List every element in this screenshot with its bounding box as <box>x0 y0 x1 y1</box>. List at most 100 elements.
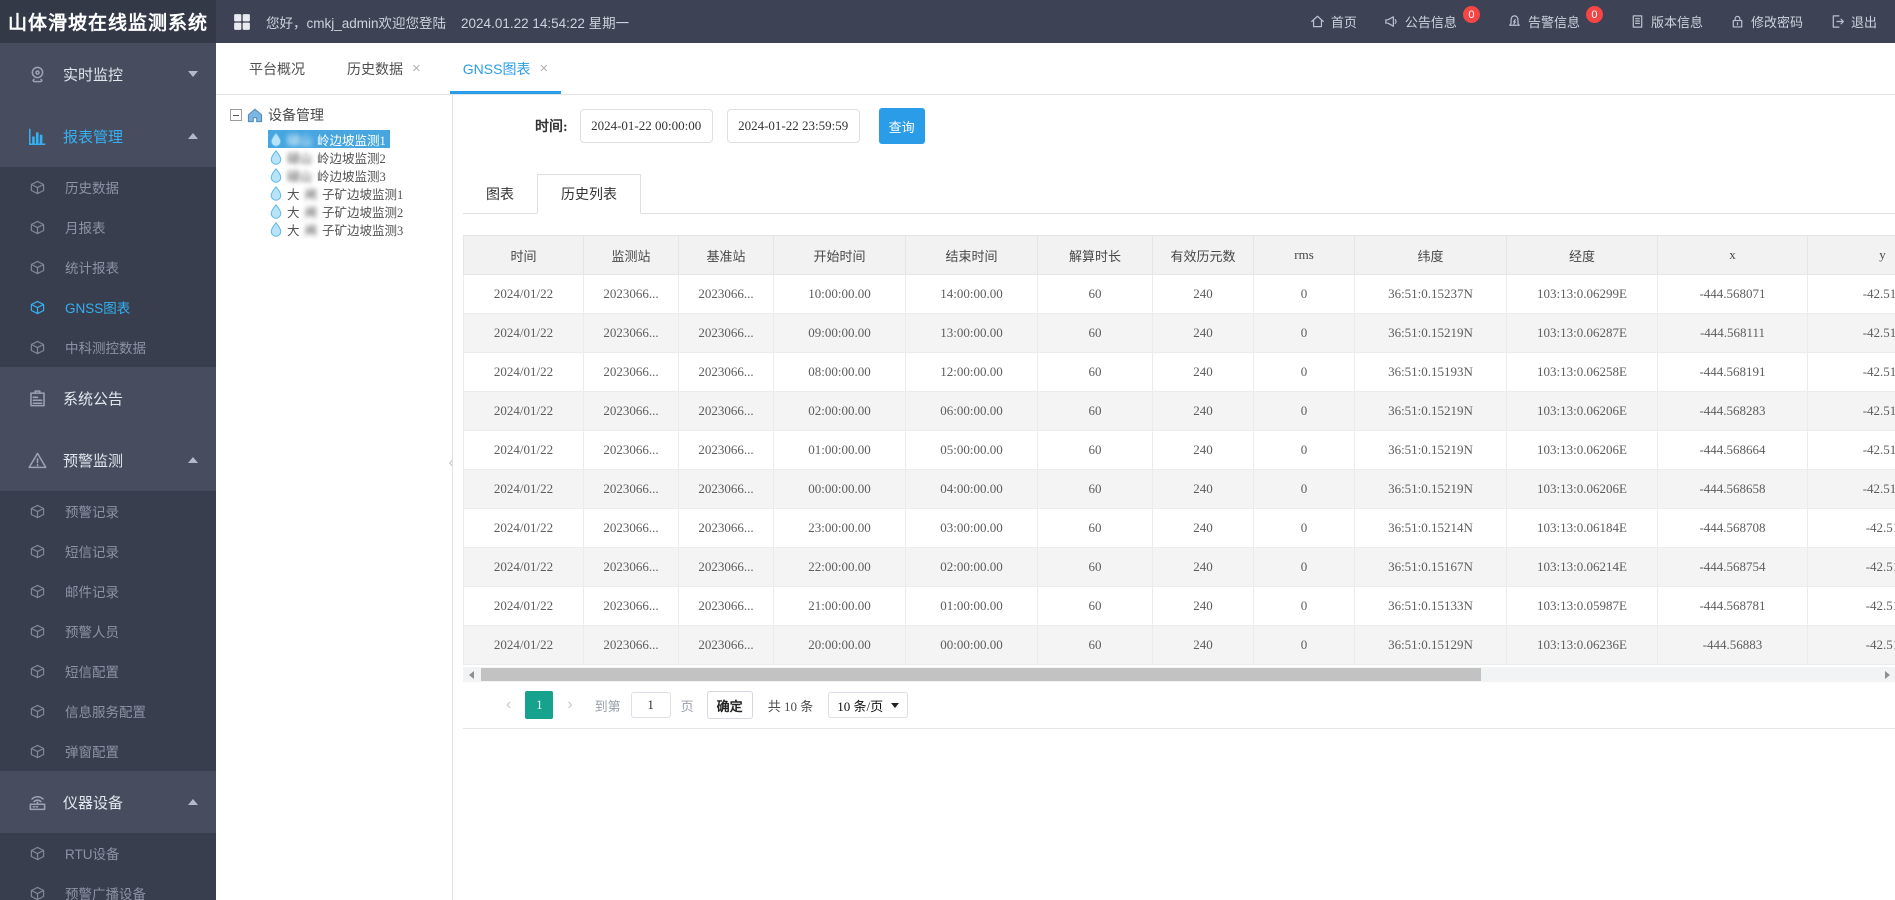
page-number-button[interactable]: 1 <box>525 691 553 719</box>
home-tree-icon <box>247 108 263 123</box>
notification-badge: 0 <box>1586 6 1603 23</box>
table-cell: 2023066... <box>584 431 679 470</box>
sidebar-item[interactable]: 预警广播设备 <box>0 873 216 900</box>
tree-item[interactable]: 大闸子矿边坡监测2 <box>268 202 407 220</box>
sidebar-item[interactable]: 邮件记录 <box>0 571 216 611</box>
page-size-select[interactable]: 10 条/页 <box>828 692 908 718</box>
sidebar-item[interactable]: 月报表 <box>0 207 216 247</box>
sidebar-item[interactable]: 报表管理 <box>0 105 216 167</box>
page-tabbar: 平台概况 历史数据 × GNSS图表 × <box>216 43 1895 95</box>
tree-item[interactable]: 碌山岭边坡监测3 <box>268 166 390 184</box>
table-cell: 02:00:00.00 <box>774 392 906 431</box>
app-title: 山体滑坡在线监测系统 <box>0 0 216 43</box>
close-icon[interactable]: × <box>412 61 421 76</box>
page-tab-label: 平台概况 <box>249 59 305 79</box>
sidebar-item[interactable]: GNSS图表 <box>0 287 216 327</box>
cube-icon <box>30 544 52 559</box>
start-time-input[interactable] <box>580 109 713 143</box>
page-tab[interactable]: GNSS图表 × <box>450 43 561 94</box>
end-time-input[interactable] <box>727 109 860 143</box>
table-cell: 2023066... <box>584 470 679 509</box>
logout-icon <box>1830 14 1845 29</box>
tree-item[interactable]: 碌山岭边坡监测1 <box>268 130 390 148</box>
nav-item[interactable]: 公告信息0 <box>1384 12 1480 31</box>
cube-icon <box>30 340 52 355</box>
version-icon <box>1630 14 1645 29</box>
sidebar-item[interactable]: 统计报表 <box>0 247 216 287</box>
table-cell: -444.568708 <box>1658 509 1808 548</box>
nav-item[interactable]: 告警信息0 <box>1507 12 1603 31</box>
sidebar-item[interactable]: 短信记录 <box>0 531 216 571</box>
tree-item[interactable]: 大闸子矿边坡监测3 <box>268 220 407 238</box>
topbar-nav: 首页 公告信息0 告警信息0 版本信息 修改密码 退出 <box>1310 12 1895 31</box>
page-tab-label: GNSS图表 <box>463 59 531 79</box>
sidebar-item[interactable]: 中科测控数据 <box>0 327 216 367</box>
table-cell: 103:13:0.06206E <box>1507 470 1658 509</box>
sidebar-item[interactable]: 实时监控 <box>0 43 216 105</box>
table-cell: 13:00:00.00 <box>906 314 1038 353</box>
nav-item[interactable]: 版本信息 <box>1630 12 1703 31</box>
sidebar-item[interactable]: 仪器设备 <box>0 771 216 833</box>
page-tab[interactable]: 平台概况 <box>236 43 318 94</box>
table-cell: 36:51:0.15129N <box>1355 626 1507 665</box>
table-cell: -42.51 <box>1808 626 1895 665</box>
sidebar-item[interactable]: 历史数据 <box>0 167 216 207</box>
tree-item-label-redacted: 闸 <box>305 220 318 239</box>
table-row: 2024/01/222023066...2023066...09:00:00.0… <box>464 314 1895 353</box>
tree-root-label: 设备管理 <box>268 105 324 125</box>
close-icon[interactable]: × <box>539 61 548 76</box>
sidebar-item[interactable]: 预警人员 <box>0 611 216 651</box>
nav-item[interactable]: 首页 <box>1310 12 1357 31</box>
sidebar-item[interactable]: 信息服务配置 <box>0 691 216 731</box>
sidebar-item-label: 系统公告 <box>63 388 123 409</box>
chevron-down-icon <box>188 71 198 77</box>
tree-item[interactable]: 碌山岭边坡监测2 <box>268 148 390 166</box>
tree-root-device-management[interactable]: 设备管理 <box>230 105 452 125</box>
nav-item-label: 告警信息 <box>1528 12 1580 31</box>
sidebar-item[interactable]: 短信配置 <box>0 651 216 691</box>
page-tab[interactable]: 历史数据 × <box>334 43 434 94</box>
tab-chart[interactable]: 图表 <box>463 174 537 213</box>
sidebar-item[interactable]: RTU设备 <box>0 833 216 873</box>
nav-item-label: 首页 <box>1331 12 1357 31</box>
horizontal-scrollbar[interactable] <box>463 667 1895 682</box>
table-cell: 60 <box>1038 314 1153 353</box>
table-row: 2024/01/222023066...2023066...21:00:00.0… <box>464 587 1895 626</box>
table-cell: 240 <box>1153 353 1254 392</box>
sidebar-item[interactable]: 预警记录 <box>0 491 216 531</box>
page-tab-label: 历史数据 <box>347 59 403 79</box>
tree-collapse-icon[interactable] <box>230 109 242 121</box>
column-header: 结束时间 <box>906 236 1038 275</box>
nav-item[interactable]: 修改密码 <box>1730 12 1803 31</box>
tab-history-list[interactable]: 历史列表 <box>537 174 641 214</box>
cube-icon <box>30 744 52 759</box>
sidebar-item[interactable]: 系统公告 <box>0 367 216 429</box>
scroll-left-icon[interactable] <box>463 667 479 682</box>
confirm-button[interactable]: 确定 <box>707 691 753 719</box>
chevron-down-icon <box>891 703 899 708</box>
gnss-history-table: 时间监测站基准站开始时间结束时间解算时长有效历元数rms纬度经度xy 2024/… <box>463 235 1895 665</box>
table-cell: 08:00:00.00 <box>774 353 906 392</box>
next-page-icon[interactable]: › <box>558 696 581 714</box>
goto-page-input[interactable] <box>631 692 671 718</box>
scroll-right-icon[interactable] <box>1879 667 1895 682</box>
query-button[interactable]: 查询 <box>879 108 925 144</box>
tree-item-label: 岭边坡监测1 <box>317 130 386 149</box>
table-cell: -444.568283 <box>1658 392 1808 431</box>
table-cell: -42.51 <box>1808 587 1895 626</box>
tree-item[interactable]: 大闸子矿边坡监测1 <box>268 184 407 202</box>
grid-menu-icon[interactable] <box>233 13 251 31</box>
cube-icon <box>30 664 52 679</box>
table-cell: 60 <box>1038 470 1153 509</box>
table-cell: 240 <box>1153 626 1254 665</box>
tree-item-label-prefix: 大 <box>287 202 300 221</box>
table-cell: -42.511 <box>1808 392 1895 431</box>
sidebar-item[interactable]: 弹窗配置 <box>0 731 216 771</box>
prev-page-icon[interactable]: ‹ <box>497 696 520 714</box>
sidebar-item-label: 短信配置 <box>65 661 119 681</box>
sidebar-item[interactable]: 预警监测 <box>0 429 216 491</box>
table-cell: 12:00:00.00 <box>906 353 1038 392</box>
nav-item[interactable]: 退出 <box>1830 12 1877 31</box>
table-cell: 05:00:00.00 <box>906 431 1038 470</box>
scrollbar-thumb[interactable] <box>481 668 1481 681</box>
